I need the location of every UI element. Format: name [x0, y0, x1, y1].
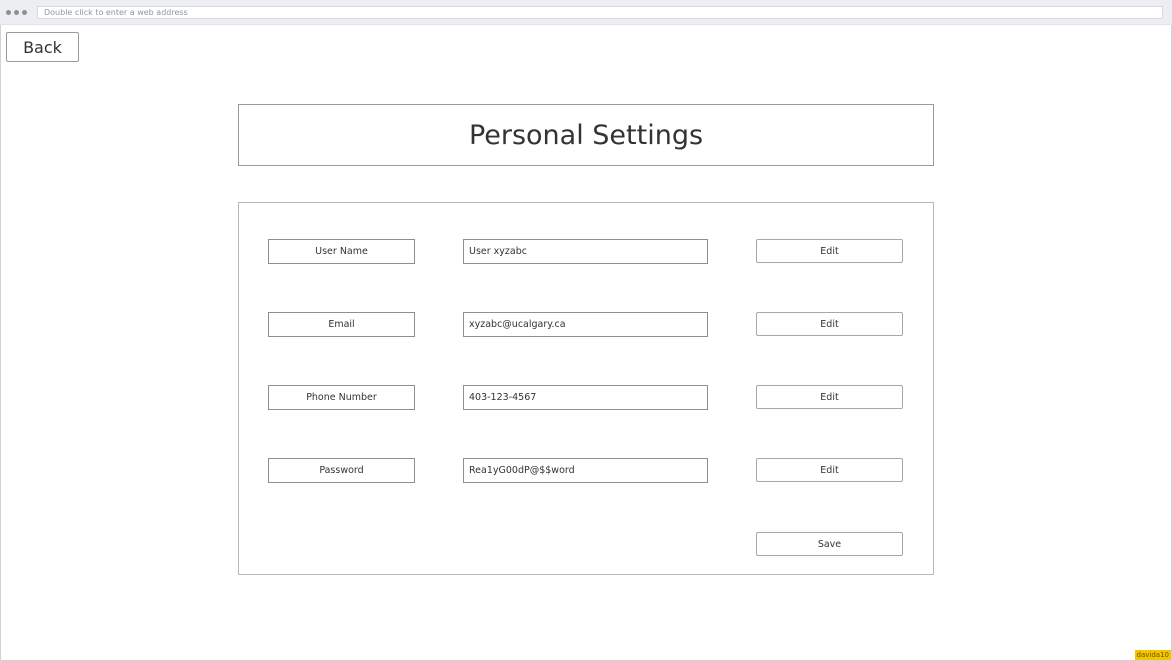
user-name-label: User Name: [268, 239, 415, 264]
user-name-field[interactable]: User xyzabc: [463, 239, 708, 264]
window-controls: [6, 10, 27, 15]
email-field[interactable]: xyzabc@ucalgary.ca: [463, 312, 708, 337]
edit-user-name-button[interactable]: Edit: [756, 239, 903, 263]
page-title: Personal Settings: [238, 104, 934, 166]
back-button[interactable]: Back: [6, 32, 79, 62]
watermark-badge: davida10: [1134, 650, 1171, 660]
email-label: Email: [268, 312, 415, 337]
browser-toolbar: Double click to enter a web address: [0, 0, 1172, 25]
window-dot-icon[interactable]: [14, 10, 19, 15]
edit-phone-number-button[interactable]: Edit: [756, 385, 903, 409]
phone-number-label: Phone Number: [268, 385, 415, 410]
save-button[interactable]: Save: [756, 532, 903, 556]
address-bar[interactable]: Double click to enter a web address: [37, 6, 1163, 19]
phone-number-field[interactable]: 403-123-4567: [463, 385, 708, 410]
password-label: Password: [268, 458, 415, 483]
window-dot-icon[interactable]: [6, 10, 11, 15]
password-field[interactable]: Rea1yG00dP@$$word: [463, 458, 708, 483]
edit-email-button[interactable]: Edit: [756, 312, 903, 336]
edit-password-button[interactable]: Edit: [756, 458, 903, 482]
window-dot-icon[interactable]: [22, 10, 27, 15]
